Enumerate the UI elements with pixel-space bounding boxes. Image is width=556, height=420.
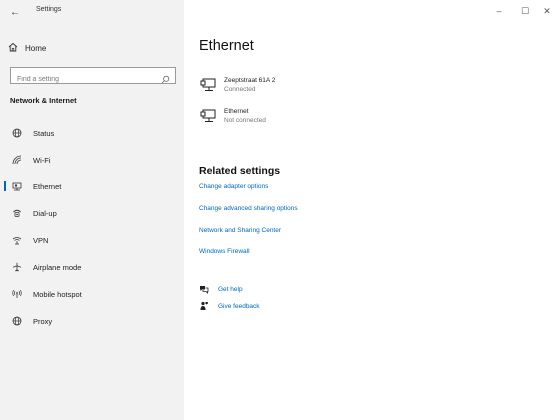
sidebar-item-label: VPN: [33, 235, 49, 245]
section-title: Network & Internet: [10, 96, 77, 105]
sidebar-item-wifi[interactable]: Wi-Fi: [0, 151, 184, 169]
airplane-icon: [12, 262, 22, 272]
proxy-globe-icon: [12, 316, 22, 326]
sidebar-item-proxy[interactable]: Proxy: [0, 312, 184, 330]
network-status: Not connected: [224, 117, 266, 124]
home-label: Home: [25, 43, 47, 53]
maximize-button[interactable]: ☐: [519, 6, 531, 16]
settings-window: ← Settings Home Network & Internet Statu…: [0, 0, 556, 420]
app-title: Settings: [36, 6, 62, 13]
get-help-link[interactable]: Get help: [199, 283, 243, 295]
sidebar-item-dialup[interactable]: Dial-up: [0, 204, 184, 222]
search-input[interactable]: [11, 72, 151, 87]
windows-firewall-link[interactable]: Windows Firewall: [199, 248, 250, 255]
ethernet-icon: [200, 109, 216, 123]
network-name: Zeeptstraat 61A 2: [224, 77, 276, 84]
give-feedback-link[interactable]: Give feedback: [199, 300, 260, 312]
network-text: Ethernet Not connected: [224, 107, 266, 125]
minimize-button[interactable]: –: [493, 6, 505, 16]
ethernet-icon: [200, 78, 216, 92]
sidebar-item-label: Proxy: [33, 316, 53, 326]
feedback-icon: [199, 301, 209, 311]
network-sharing-center-link[interactable]: Network and Sharing Center: [199, 227, 281, 234]
sidebar-item-label: Wi-Fi: [33, 155, 51, 165]
content-pane: – ☐ ✕ Ethernet Zeeptstraat 61A 2 Connect…: [184, 0, 556, 420]
sidebar-item-label: Airplane mode: [33, 262, 82, 272]
give-feedback-label[interactable]: Give feedback: [218, 303, 260, 310]
sidebar-item-label: Mobile hotspot: [33, 289, 82, 299]
change-advanced-sharing-link[interactable]: Change advanced sharing options: [199, 205, 298, 212]
sidebar: ← Settings Home Network & Internet Statu…: [0, 0, 184, 420]
sidebar-item-ethernet[interactable]: Ethernet: [0, 177, 184, 195]
sidebar-item-vpn[interactable]: VPN: [0, 231, 184, 249]
ethernet-icon: [12, 181, 22, 191]
sidebar-item-airplane-mode[interactable]: Airplane mode: [0, 258, 184, 276]
network-status: Connected: [224, 86, 256, 93]
sidebar-item-status[interactable]: Status: [0, 124, 184, 142]
network-item[interactable]: Ethernet Not connected: [200, 107, 400, 131]
search-box[interactable]: [10, 67, 176, 87]
hotspot-icon: [12, 289, 22, 299]
back-arrow-icon: ←: [10, 6, 20, 18]
network-name: Ethernet: [224, 108, 249, 115]
vpn-icon: [12, 235, 22, 245]
related-settings-title: Related settings: [199, 165, 281, 177]
get-help-label[interactable]: Get help: [218, 286, 243, 293]
page-title: Ethernet: [199, 38, 254, 54]
search-icon[interactable]: [161, 71, 170, 89]
home-button[interactable]: Home: [8, 40, 178, 56]
sidebar-item-label: Ethernet: [33, 181, 62, 191]
help-chat-icon: [199, 284, 209, 294]
change-adapter-options-link[interactable]: Change adapter options: [199, 183, 268, 190]
network-text: Zeeptstraat 61A 2 Connected: [224, 76, 275, 94]
sidebar-item-mobile-hotspot[interactable]: Mobile hotspot: [0, 285, 184, 303]
wifi-icon: [12, 155, 22, 165]
home-icon: [8, 39, 18, 57]
sidebar-item-label: Status: [33, 128, 55, 138]
sidebar-item-label: Dial-up: [33, 208, 57, 218]
back-button[interactable]: ←: [7, 5, 23, 19]
close-button[interactable]: ✕: [541, 6, 553, 16]
globe-icon: [12, 128, 22, 138]
dialup-icon: [12, 208, 22, 218]
network-item[interactable]: Zeeptstraat 61A 2 Connected: [200, 76, 400, 100]
